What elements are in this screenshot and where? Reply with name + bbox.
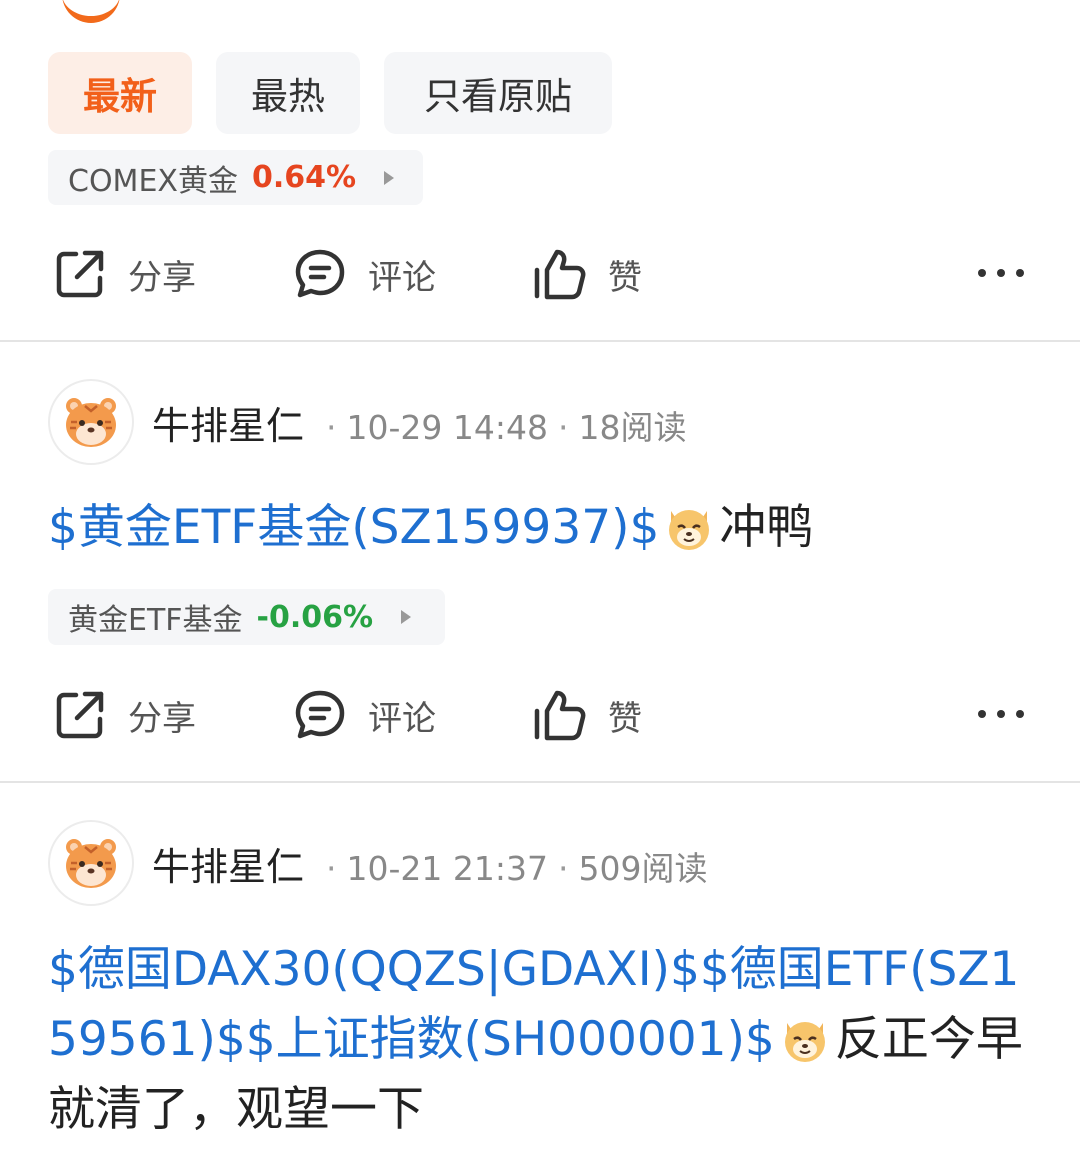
stock-tag-name: 黄金ETF基金	[68, 603, 243, 638]
doge-emoji-icon	[669, 510, 710, 550]
thumbs-up-icon	[534, 690, 586, 741]
post-header: 牛排星仁 · 10-21 21:37 · 509阅读	[48, 820, 1048, 910]
stock-tag-name: COMEX黄金	[68, 163, 238, 199]
tiger-avatar-icon	[66, 398, 116, 447]
like-button[interactable]: 赞	[532, 234, 642, 314]
stock-tag-change: 0.64%	[251, 160, 357, 195]
comment-label: 评论	[368, 698, 436, 739]
read-count: 18阅读	[578, 408, 687, 447]
post-actions: 分享 评论 赞	[0, 234, 1080, 314]
thumbs-up-icon	[534, 249, 586, 300]
comment-button[interactable]: 评论	[292, 675, 436, 755]
comment-label: 评论	[368, 257, 436, 298]
post-time: 10-29 14:48	[346, 408, 548, 447]
post-header: 牛排星仁 · 10-29 14:48 · 18阅读	[48, 379, 1048, 469]
tab-original-only[interactable]: 只看原贴	[384, 52, 612, 134]
more-options-icon[interactable]	[978, 699, 1024, 729]
share-icon	[56, 691, 104, 739]
comment-icon	[295, 690, 345, 739]
tab-latest[interactable]: 最新	[48, 52, 192, 134]
stock-link[interactable]: $黄金ETF基金(SZ159937)$	[48, 500, 659, 555]
share-icon	[56, 250, 104, 298]
like-button[interactable]: 赞	[532, 675, 642, 755]
arrow-right-icon	[384, 170, 395, 185]
doge-emoji-icon	[784, 1022, 825, 1062]
comment-button[interactable]: 评论	[292, 234, 436, 314]
divider	[0, 340, 1080, 342]
stock-tag-gold-etf[interactable]: 黄金ETF基金 -0.06%	[48, 589, 445, 645]
stock-tag-comex-gold[interactable]: COMEX黄金 0.64%	[48, 150, 423, 205]
top-partial-ornament	[62, 0, 120, 23]
post-time: 10-21 21:37	[346, 849, 548, 888]
avatar[interactable]	[48, 379, 134, 465]
read-count: 509阅读	[578, 849, 708, 888]
post-text: 冲鸭	[719, 500, 814, 555]
author-name[interactable]: 牛排星仁	[152, 395, 304, 450]
post-meta: · 10-21 21:37 · 509阅读	[326, 849, 708, 888]
share-button[interactable]: 分享	[52, 675, 196, 755]
divider	[0, 781, 1080, 783]
more-options-icon[interactable]	[978, 258, 1024, 288]
share-label: 分享	[128, 257, 196, 298]
post-content[interactable]: $德国DAX30(QQZS|GDAXI)$$德国ETF(SZ159561)$$上…	[48, 935, 1038, 1145]
arrow-right-icon	[401, 610, 412, 624]
share-button[interactable]: 分享	[52, 234, 196, 314]
post-content[interactable]: $黄金ETF基金(SZ159937)$ 冲鸭	[48, 493, 1038, 563]
like-label: 赞	[608, 698, 642, 739]
post-meta: · 10-29 14:48 · 18阅读	[326, 408, 687, 447]
avatar[interactable]	[48, 820, 134, 906]
tiger-avatar-icon	[66, 839, 116, 888]
comment-icon	[295, 249, 345, 298]
tab-hottest[interactable]: 最热	[216, 52, 360, 134]
post-actions: 分享 评论 赞	[0, 675, 1080, 755]
share-label: 分享	[128, 698, 196, 739]
like-label: 赞	[608, 257, 642, 298]
stock-tag-change: -0.06%	[256, 599, 374, 635]
author-name[interactable]: 牛排星仁	[152, 836, 304, 891]
